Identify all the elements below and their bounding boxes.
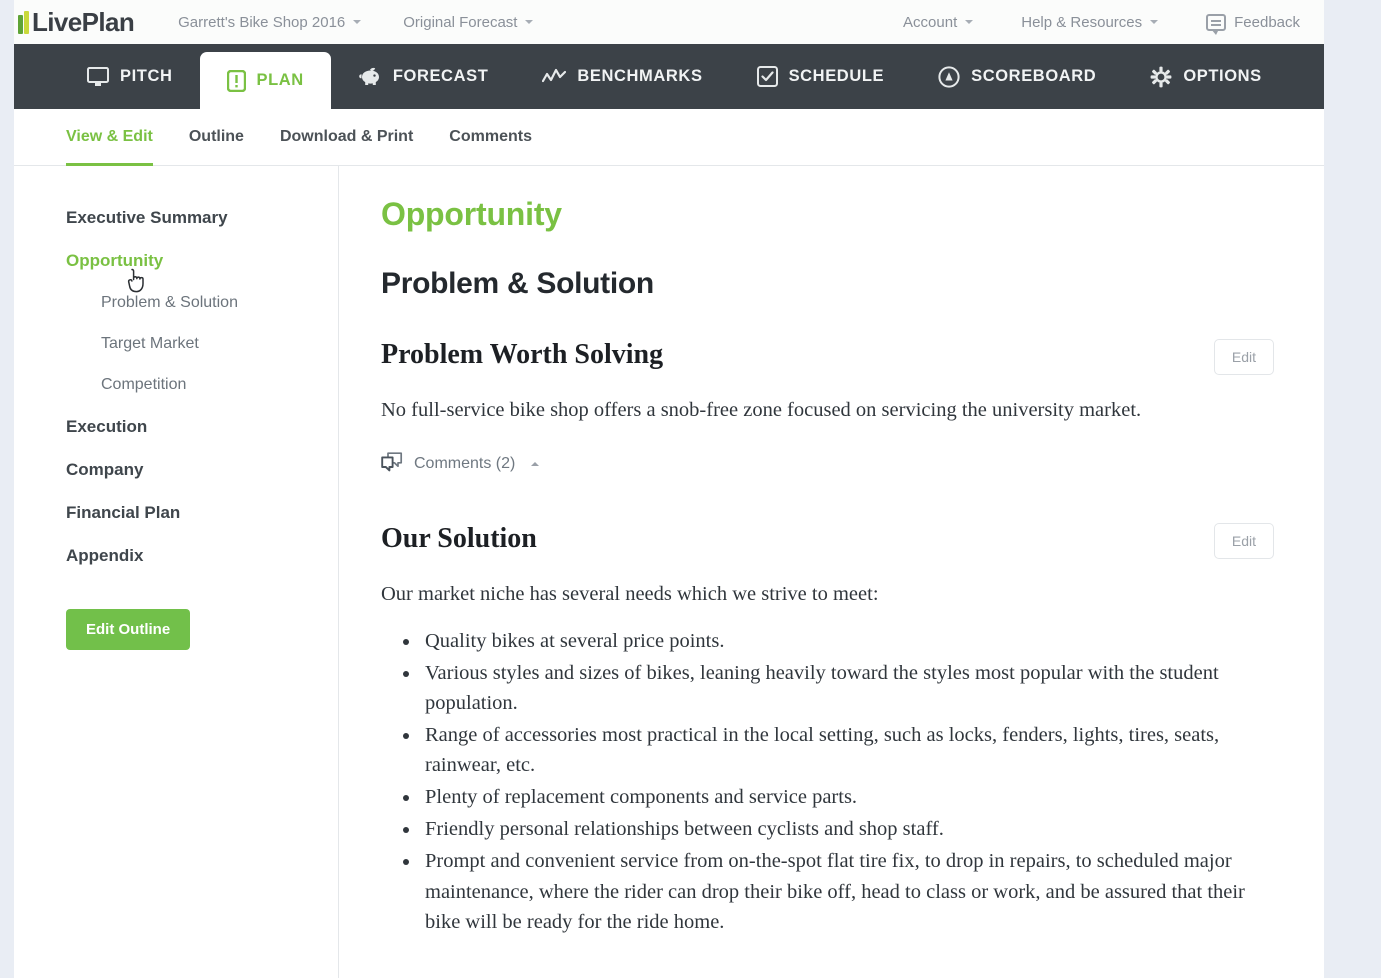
nav-item-options[interactable]: OPTIONS (1123, 44, 1288, 109)
nav-item-scoreboard-label: SCOREBOARD (971, 67, 1097, 85)
tab-view-and-edit-label: View & Edit (66, 128, 153, 145)
checkbox-icon (756, 66, 778, 87)
plan-outline-sidebar: Executive Summary Opportunity Problem & … (14, 166, 339, 978)
line-chart-icon (542, 68, 567, 86)
sidebar-item-target-market[interactable]: Target Market (101, 335, 199, 353)
problem-worth-solving-paragraph: No full-service bike shop offers a snob-… (381, 399, 1142, 421)
body-container: Executive Summary Opportunity Problem & … (14, 166, 1324, 978)
list-item: Various styles and sizes of bikes, leani… (421, 658, 1274, 718)
monitor-icon (87, 66, 109, 87)
company-selector[interactable]: Garrett's Bike Shop 2016 (178, 13, 362, 31)
nav-item-benchmarks[interactable]: BENCHMARKS (515, 44, 729, 109)
list-item: Friendly personal relationships between … (421, 814, 1274, 844)
tab-outline-label: Outline (188, 128, 244, 145)
nav-item-schedule-label: SCHEDULE (788, 67, 885, 85)
sidebar-item-competition[interactable]: Competition (101, 376, 186, 394)
nav-item-forecast-label: FORECAST (392, 67, 489, 85)
feedback-button[interactable]: Feedback (1206, 13, 1300, 35)
nav-item-pitch[interactable]: PITCH (60, 44, 200, 109)
our-solution-header: Our Solution Edit (381, 522, 1274, 559)
help-resources-menu[interactable]: Help & Resources (1021, 13, 1159, 31)
tab-download-and-print-label: Download & Print (279, 128, 414, 145)
chevron-down-icon (525, 20, 534, 24)
plan-content-area: Opportunity Problem & Solution Problem W… (339, 166, 1324, 978)
nav-item-plan[interactable]: PLAN (199, 52, 331, 109)
sidebar-item-appendix[interactable]: Appendix (66, 546, 143, 566)
problem-worth-solving-header: Problem Worth Solving Edit (381, 339, 1274, 375)
chevron-down-icon (1150, 20, 1159, 24)
nav-item-plan-label: PLAN (256, 71, 304, 89)
edit-outline-button[interactable]: Edit Outline (66, 609, 191, 650)
comments-count-label: Comments (2) (414, 455, 516, 473)
sidebar-item-financial-plan[interactable]: Financial Plan (66, 503, 180, 523)
nav-item-forecast[interactable]: FORECAST (331, 44, 516, 109)
help-label: Help & Resources (1021, 13, 1143, 31)
forecast-selector-label: Original Forecast (403, 13, 518, 31)
section-title: Problem & Solution (381, 267, 654, 300)
nav-item-scoreboard[interactable]: SCOREBOARD (911, 44, 1123, 109)
problem-worth-solving-heading: Problem Worth Solving (381, 339, 664, 370)
logo-mark-icon (18, 10, 29, 34)
liveplan-logo[interactable]: LivePlan (18, 7, 135, 37)
list-item: Range of accessories most practical in t… (421, 720, 1274, 780)
account-menu[interactable]: Account (903, 13, 974, 31)
nav-item-benchmarks-label: BENCHMARKS (577, 67, 703, 85)
nav-item-schedule[interactable]: SCHEDULE (730, 44, 912, 109)
list-item: Quality bikes at several price points. (421, 626, 1274, 656)
account-label: Account (903, 13, 958, 31)
speech-bubble-icon (1206, 13, 1227, 35)
top-utility-bar: LivePlan Garrett's Bike Shop 2016 Origin… (14, 0, 1324, 44)
tab-comments-label: Comments (449, 128, 532, 145)
list-item: Prompt and convenient service from on-th… (421, 846, 1274, 936)
sub-navigation: View & Edit Outline Download & Print Com… (14, 109, 1324, 166)
edit-problem-button[interactable]: Edit (1213, 339, 1274, 375)
sidebar-item-execution[interactable]: Execution (66, 417, 147, 437)
sidebar-item-company[interactable]: Company (66, 460, 143, 480)
chevron-down-icon (965, 20, 974, 24)
edit-solution-button[interactable]: Edit (1213, 522, 1274, 559)
our-solution-paragraph: Our market niche has several needs which… (381, 582, 879, 605)
forecast-selector[interactable]: Original Forecast (403, 13, 534, 31)
tab-outline[interactable]: Outline (189, 109, 244, 166)
nav-item-options-label: OPTIONS (1183, 67, 1262, 85)
tab-view-and-edit[interactable]: View & Edit (66, 109, 153, 166)
our-solution-heading: Our Solution (381, 522, 537, 554)
tab-download-and-print[interactable]: Download & Print (280, 109, 413, 166)
chevron-up-icon (531, 462, 540, 467)
gauge-icon (938, 65, 960, 88)
gear-icon (1150, 66, 1172, 88)
comment-bubbles-icon (381, 452, 403, 477)
chevron-down-icon (353, 20, 362, 24)
feedback-label: Feedback (1234, 13, 1300, 31)
sidebar-item-opportunity[interactable]: Opportunity (66, 251, 163, 271)
list-item: Plenty of replacement components and ser… (421, 782, 1274, 812)
tab-comments[interactable]: Comments (449, 109, 532, 166)
sidebar-item-problem-and-solution[interactable]: Problem & Solution (101, 294, 238, 312)
page-title: Opportunity (381, 196, 562, 232)
nav-item-pitch-label: PITCH (120, 67, 173, 85)
sidebar-item-executive-summary[interactable]: Executive Summary (66, 208, 228, 228)
top-right-group: Account Help & Resources Feedback (855, 13, 1324, 35)
document-icon (226, 69, 246, 92)
comments-toggle[interactable]: Comments (2) (381, 452, 1274, 477)
app-window: LivePlan Garrett's Bike Shop 2016 Origin… (14, 0, 1324, 978)
logo-text: LivePlan (32, 7, 135, 37)
main-navigation: PITCH PLAN FORECAST BENCHMARKS SCHEDULE … (14, 44, 1324, 109)
our-solution-bullet-list: Quality bikes at several price points. V… (381, 626, 1274, 937)
piggy-bank-icon (358, 67, 382, 87)
company-selector-label: Garrett's Bike Shop 2016 (178, 13, 346, 31)
